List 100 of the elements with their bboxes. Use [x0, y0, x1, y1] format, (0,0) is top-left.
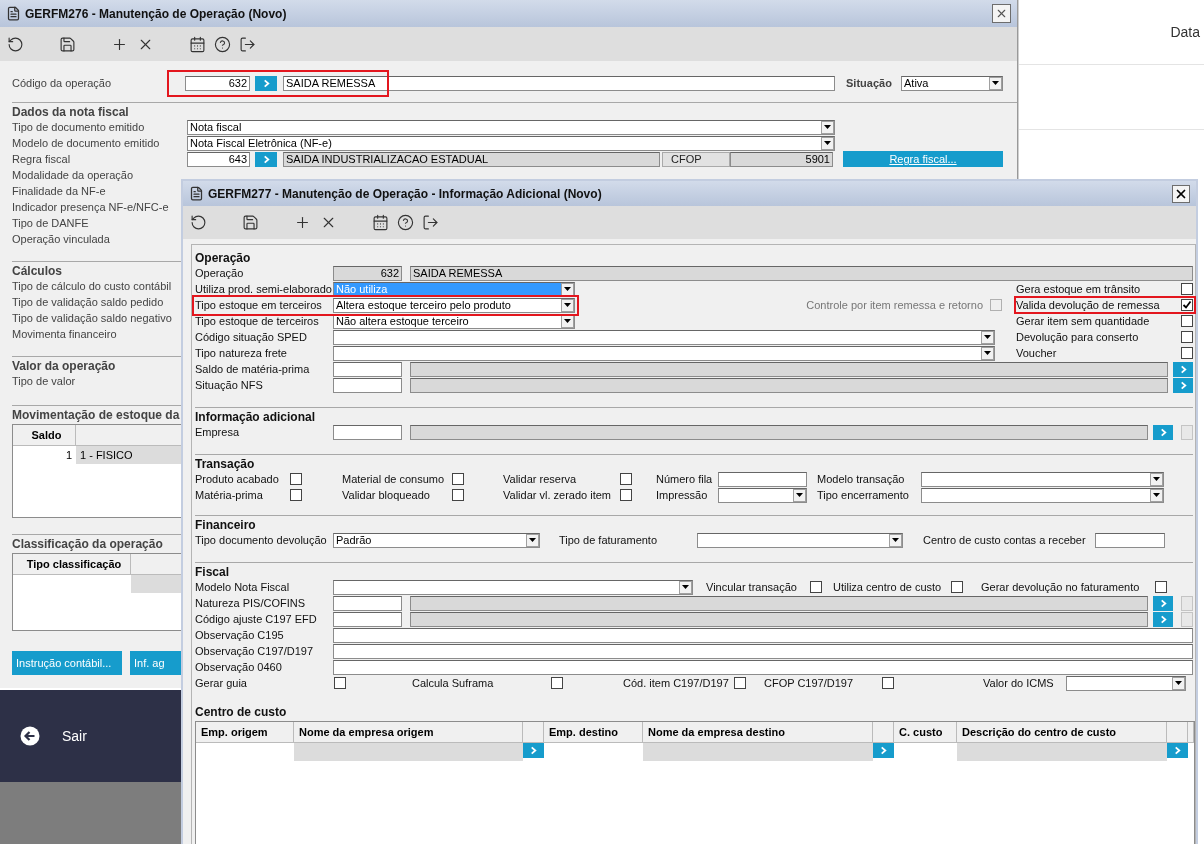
field-label: Observação C197/D197 [195, 645, 314, 657]
checkbox-label: Gerar item sem quantidade [1016, 315, 1150, 327]
checkbox[interactable] [290, 473, 302, 485]
lookup-button[interactable] [523, 743, 544, 758]
exit-button[interactable]: Sair [20, 726, 87, 746]
select-field[interactable]: Nota Fiscal Eletrônica (NF-e) [187, 135, 835, 151]
exit-icon[interactable] [422, 214, 439, 231]
text-field[interactable] [333, 643, 1193, 659]
select-field[interactable]: Nota fiscal [187, 119, 835, 135]
checkbox[interactable] [551, 677, 563, 689]
checkbox-label: Gera estoque em trânsito [1016, 283, 1141, 295]
code-field[interactable] [333, 424, 402, 440]
lookup-button[interactable] [255, 75, 277, 91]
checkbox[interactable] [810, 581, 822, 593]
select-field[interactable] [718, 487, 807, 503]
field-label: Tipo de validação saldo pedido [12, 296, 165, 308]
field-label: Situação NFS [195, 379, 264, 391]
field-label: Tipo estoque de terceiros [195, 315, 320, 327]
field-label: Saldo de matéria-prima [195, 363, 311, 375]
window-title: GERFM276 - Manutenção de Operação (Novo) [25, 6, 287, 21]
exit-icon[interactable] [239, 35, 256, 53]
lookup-button[interactable] [1173, 377, 1193, 393]
select-field[interactable] [333, 579, 693, 595]
save-icon[interactable] [242, 214, 259, 231]
description-field: SAIDA INDUSTRIALIZACAO ESTADUAL [283, 151, 660, 167]
select-field[interactable] [697, 532, 903, 548]
close-button[interactable] [1172, 184, 1190, 203]
undo-icon[interactable] [7, 35, 24, 53]
caret-icon [981, 330, 994, 344]
lookup-button[interactable] [1153, 611, 1173, 627]
checkbox[interactable] [882, 677, 894, 689]
chevron-icon [1173, 746, 1182, 755]
text-field[interactable] [333, 659, 1193, 675]
checkbox[interactable] [1181, 283, 1193, 295]
text-field[interactable] [1095, 532, 1165, 548]
field-label: Operação [195, 267, 245, 279]
undo-icon[interactable] [190, 214, 207, 231]
scroll-stub [1181, 611, 1193, 627]
checkbox-label: Devolução para conserto [1016, 331, 1139, 343]
checkbox[interactable] [1181, 299, 1193, 311]
select-field[interactable] [333, 329, 995, 345]
caret-icon [821, 136, 834, 150]
checkbox[interactable] [951, 581, 963, 593]
checkbox[interactable] [334, 677, 346, 689]
text-field[interactable] [333, 627, 1193, 643]
text-field[interactable] [718, 471, 807, 487]
select-field[interactable] [921, 471, 1164, 487]
lookup-button[interactable] [1153, 424, 1173, 440]
code-field[interactable]: 632 [185, 75, 250, 91]
checkbox[interactable] [452, 473, 464, 485]
chevron-icon [529, 746, 538, 755]
code-field[interactable] [333, 595, 402, 611]
field-label: Regra fiscal [12, 153, 72, 165]
window-title: GERFM277 - Manutenção de Operação - Informação Adicional (Novo) [208, 186, 602, 201]
description-field[interactable]: SAIDA REMESSA [283, 75, 835, 91]
select-field[interactable] [333, 345, 995, 361]
field-label: Situação [846, 77, 893, 89]
checkbox[interactable] [1155, 581, 1167, 593]
checkbox[interactable] [290, 489, 302, 501]
help-icon[interactable] [397, 214, 414, 231]
close-button[interactable] [992, 4, 1011, 23]
calendar-icon[interactable] [372, 214, 389, 231]
section-title: Operação [195, 251, 251, 265]
save-icon[interactable] [59, 35, 76, 53]
calendar-icon[interactable] [189, 35, 206, 53]
checkbox[interactable] [620, 489, 632, 501]
select-field[interactable]: Ativa [901, 75, 1003, 91]
select-field[interactable]: Padrão [333, 532, 540, 548]
description-field: SAIDA REMESSA [410, 265, 1193, 281]
lookup-button[interactable] [873, 743, 894, 758]
lookup-button[interactable] [255, 151, 277, 167]
column-header: Data [1170, 24, 1200, 40]
code-field[interactable] [333, 361, 402, 377]
checkbox[interactable] [1181, 347, 1193, 359]
checkbox[interactable] [620, 473, 632, 485]
caret-icon [561, 298, 574, 312]
checkbox[interactable] [1181, 331, 1193, 343]
code-field[interactable]: 643 [187, 151, 250, 167]
checkbox-label: Controle por item remessa e retorno [806, 299, 983, 311]
field-label: Gerar devolução no faturamento [981, 581, 1141, 593]
lookup-button[interactable] [1167, 743, 1188, 758]
checkbox-label: Voucher [1016, 347, 1057, 359]
checkbox[interactable] [734, 677, 746, 689]
caret-icon [889, 533, 902, 547]
plus-icon[interactable] [294, 214, 311, 231]
checkbox[interactable] [452, 489, 464, 501]
section-title: Dados da nota fiscal [12, 105, 129, 119]
select-field[interactable]: Altera estoque terceiro pelo produto [333, 297, 575, 313]
field-label: Impressão [656, 489, 709, 501]
select-field[interactable] [1066, 675, 1186, 691]
code-field[interactable] [333, 377, 402, 393]
field-label: Número fila [656, 473, 714, 485]
checkbox[interactable] [1181, 315, 1193, 327]
select-field[interactable] [921, 487, 1164, 503]
code-field[interactable] [333, 611, 402, 627]
field-label: Tipo de faturamento [559, 534, 659, 546]
help-icon[interactable] [214, 35, 231, 53]
field-label: Tipo documento devolução [195, 534, 328, 546]
field-label: Observação 0460 [195, 661, 283, 673]
document-icon [189, 186, 204, 201]
